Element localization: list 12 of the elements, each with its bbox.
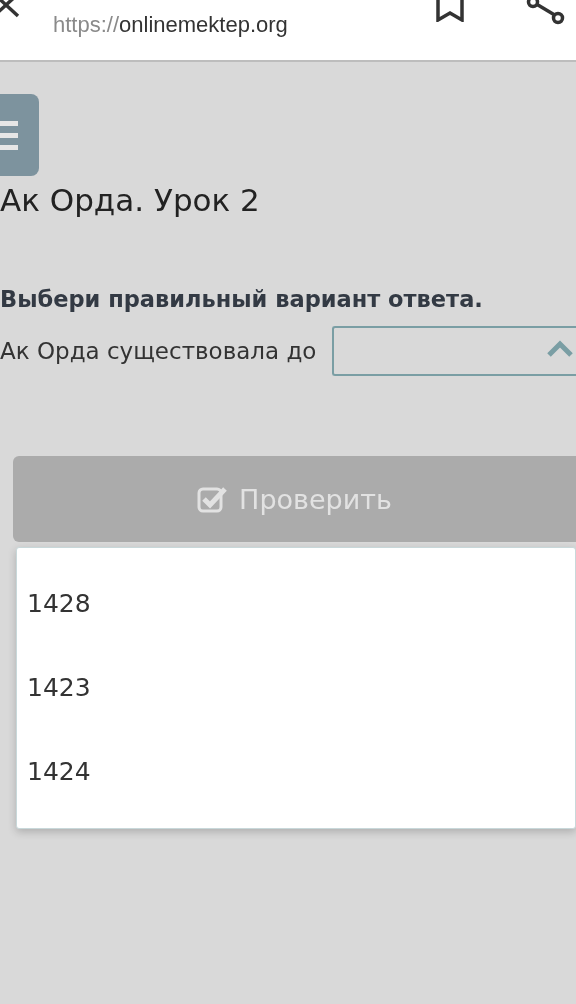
lesson-title: Ак Орда. Урок 2 [0,181,261,220]
dropdown-option[interactable]: 1428 [27,582,117,626]
question-instruction: Выбери правильный вариант ответа. [0,286,484,312]
dropdown-option[interactable]: 1423 [27,666,117,710]
menu-button[interactable] [0,94,39,176]
dropdown-option[interactable]: 1424 [27,750,117,794]
bookmark-icon[interactable] [436,0,464,22]
checkbox-icon [197,485,228,513]
url-text[interactable]: https://onlinemektep.org [53,12,288,38]
chevron-icon [546,340,574,358]
question-text: Ак Орда существовала до [0,338,317,364]
share-icon[interactable] [526,0,566,26]
